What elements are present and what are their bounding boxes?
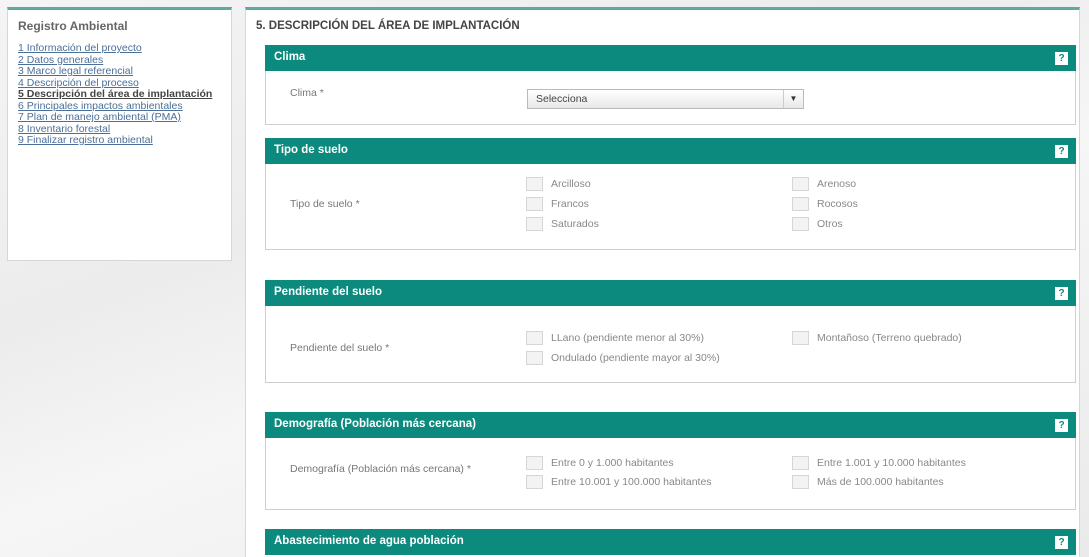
help-icon[interactable]: ? [1055, 52, 1068, 65]
option-arenoso[interactable]: Arenoso [792, 175, 856, 192]
help-icon[interactable]: ? [1055, 287, 1068, 300]
checkbox[interactable] [526, 455, 543, 470]
clima-label: Clima * [290, 87, 324, 99]
chevron-down-icon[interactable]: ▼ [783, 90, 803, 108]
pendiente-section: Pendiente del suelo ? Pendiente del suel… [265, 280, 1076, 383]
demografia-header-title: Demografía (Población más cercana) [274, 418, 476, 430]
checkbox[interactable] [526, 196, 543, 211]
help-icon[interactable]: ? [1055, 419, 1068, 432]
tipo-suelo-body: Tipo de suelo * Arcilloso Arenoso Franco… [265, 164, 1076, 250]
checkbox[interactable] [792, 474, 809, 489]
pendiente-body: Pendiente del suelo * LLano (pendiente m… [265, 306, 1076, 383]
option-ondulado[interactable]: Ondulado (pendiente mayor al 30%) [526, 349, 720, 366]
option-label: LLano (pendiente menor al 30%) [551, 331, 704, 344]
checkbox[interactable] [792, 196, 809, 211]
checkbox[interactable] [792, 330, 809, 345]
checkbox[interactable] [792, 216, 809, 231]
checkbox[interactable] [526, 330, 543, 345]
option-saturados[interactable]: Saturados [526, 215, 599, 232]
agua-header: Abastecimiento de agua población ? [265, 529, 1076, 555]
pendiente-header: Pendiente del suelo ? [265, 280, 1076, 306]
option-0-1000[interactable]: Entre 0 y 1.000 habitantes [526, 454, 674, 471]
option-label: Arcilloso [551, 177, 591, 190]
agua-header-title: Abastecimiento de agua población [274, 535, 464, 547]
option-label: Más de 100.000 habitantes [817, 475, 944, 488]
option-label: Francos [551, 197, 589, 210]
checkbox[interactable] [526, 176, 543, 191]
option-arcilloso[interactable]: Arcilloso [526, 175, 591, 192]
agua-section: Abastecimiento de agua población ? [265, 529, 1076, 555]
clima-body: Clima * Selecciona ▼ [265, 71, 1076, 125]
option-mas-100000[interactable]: Más de 100.000 habitantes [792, 473, 944, 490]
sidebar-item-inventario[interactable]: 8 Inventario forestal [18, 123, 221, 135]
checkbox[interactable] [526, 350, 543, 365]
sidebar-item-marco-legal[interactable]: 3 Marco legal referencial [18, 66, 221, 77]
option-10001-100000[interactable]: Entre 10.001 y 100.000 habitantes [526, 473, 712, 490]
main-panel: 5. DESCRIPCIÓN DEL ÁREA DE IMPLANTACIÓN … [245, 7, 1080, 557]
option-otros[interactable]: Otros [792, 215, 843, 232]
tipo-suelo-label: Tipo de suelo * [290, 198, 360, 210]
tipo-suelo-header: Tipo de suelo ? [265, 138, 1076, 164]
clima-section: Clima ? Clima * Selecciona ▼ [265, 45, 1076, 125]
demografia-body: Demografía (Población más cercana) * Ent… [265, 438, 1076, 510]
option-llano[interactable]: LLano (pendiente menor al 30%) [526, 329, 704, 346]
option-1001-10000[interactable]: Entre 1.001 y 10.000 habitantes [792, 454, 966, 471]
sidebar-item-datos-generales[interactable]: 2 Datos generales [18, 54, 221, 66]
option-label: Saturados [551, 217, 599, 230]
sidebar-item-finalizar[interactable]: 9 Finalizar registro ambiental [18, 135, 221, 146]
checkbox[interactable] [792, 176, 809, 191]
page-title: 5. DESCRIPCIÓN DEL ÁREA DE IMPLANTACIÓN [256, 20, 520, 32]
tipo-suelo-section: Tipo de suelo ? Tipo de suelo * Arcillos… [265, 138, 1076, 250]
checkbox[interactable] [526, 216, 543, 231]
option-label: Entre 1.001 y 10.000 habitantes [817, 456, 966, 469]
help-icon[interactable]: ? [1055, 536, 1068, 549]
sidebar-item-descripcion-proceso[interactable]: 4 Descripción del proceso [18, 77, 221, 89]
option-label: Rocosos [817, 197, 858, 210]
sidebar-item-impactos[interactable]: 6 Principales impactos ambientales [18, 100, 221, 112]
checkbox[interactable] [526, 474, 543, 489]
clima-select-value: Selecciona [536, 93, 588, 105]
demografia-section: Demografía (Población más cercana) ? Dem… [265, 412, 1076, 510]
option-francos[interactable]: Francos [526, 195, 589, 212]
option-label: Ondulado (pendiente mayor al 30%) [551, 351, 720, 364]
sidebar-item-descripcion-area[interactable]: 5 Descripción del área de implantación [18, 89, 221, 100]
sidebar-item-informacion[interactable]: 1 Información del proyecto [18, 43, 221, 54]
option-label: Montañoso (Terreno quebrado) [817, 331, 962, 344]
help-icon[interactable]: ? [1055, 145, 1068, 158]
option-label: Entre 10.001 y 100.000 habitantes [551, 475, 712, 488]
clima-select[interactable]: Selecciona ▼ [527, 89, 804, 109]
clima-header-title: Clima [274, 51, 306, 63]
sidebar-menu: Registro Ambiental 1 Información del pro… [7, 7, 232, 261]
clima-header: Clima ? [265, 45, 1076, 71]
option-rocosos[interactable]: Rocosos [792, 195, 858, 212]
option-label: Otros [817, 217, 843, 230]
pendiente-header-title: Pendiente del suelo [274, 286, 382, 298]
sidebar-item-plan-manejo[interactable]: 7 Plan de manejo ambiental (PMA) [18, 112, 221, 123]
checkbox[interactable] [792, 455, 809, 470]
option-montanoso[interactable]: Montañoso (Terreno quebrado) [792, 329, 962, 346]
pendiente-label: Pendiente del suelo * [290, 342, 390, 354]
demografia-header: Demografía (Población más cercana) ? [265, 412, 1076, 438]
demografia-label: Demografía (Población más cercana) * [290, 463, 471, 475]
sidebar-title: Registro Ambiental [18, 19, 128, 33]
option-label: Arenoso [817, 177, 857, 190]
tipo-suelo-header-title: Tipo de suelo [274, 144, 348, 156]
option-label: Entre 0 y 1.000 habitantes [551, 456, 674, 469]
